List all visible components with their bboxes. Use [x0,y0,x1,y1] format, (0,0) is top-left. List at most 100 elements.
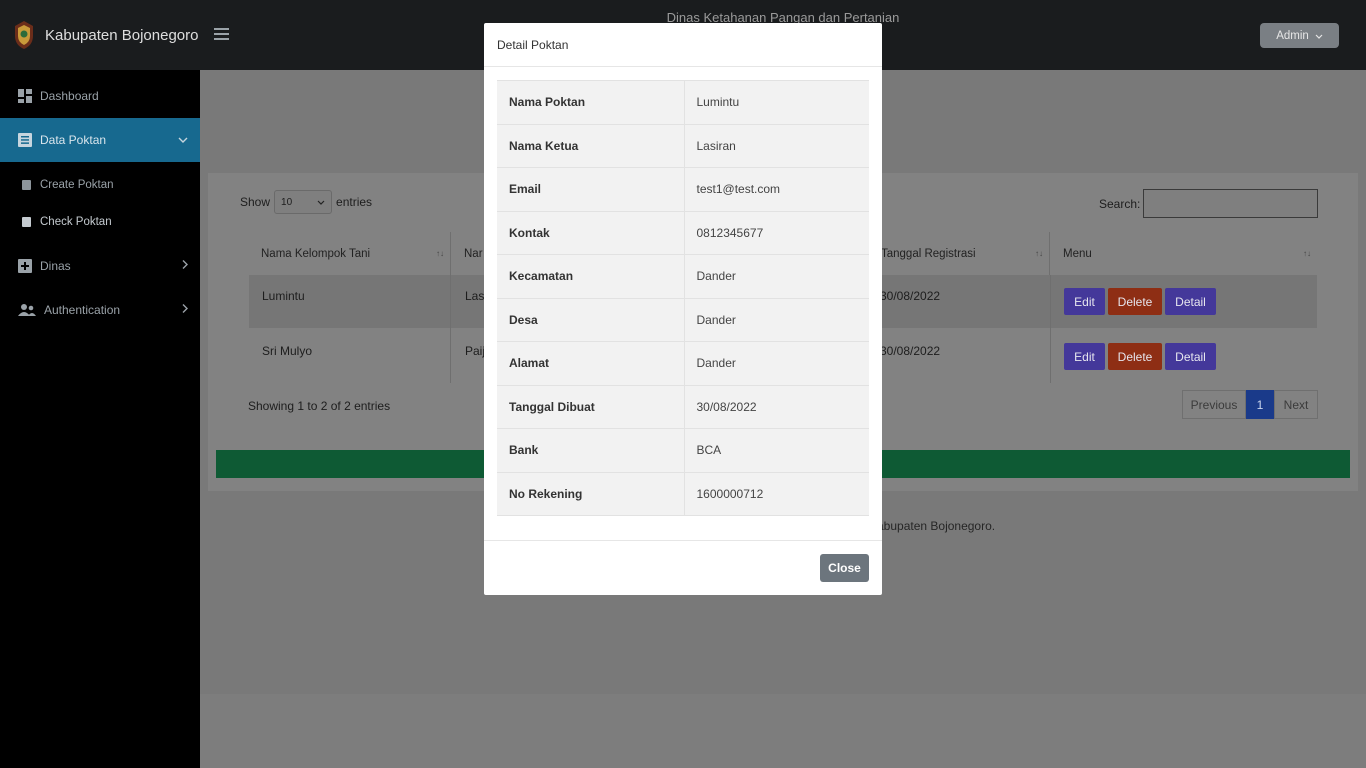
footer-text: abupaten Bojonegoro. [877,519,996,533]
cell-leader: Paij [465,344,486,358]
admin-label: Admin [1276,29,1309,42]
detail-row: Nama Poktan Lumintu [497,80,869,124]
list-icon [18,133,32,147]
column-header-label: Tanggal Registrasi [881,247,976,260]
detail-row: No Rekening 1600000712 [497,471,869,516]
sidebar-item-label: Data Poktan [40,133,107,147]
column-header-label: Menu [1063,247,1092,260]
entries-label: entries [336,195,373,209]
column-header-label: Nama Kelompok Tani [261,247,371,260]
sidebar: Kabupaten Bojonegoro Dashboard Data Pokt… [0,0,200,768]
detail-row: Desa Dander [497,297,869,342]
cell-name: Sri Mulyo [262,344,313,358]
sort-icon: ↑↓ [436,249,444,258]
sidebar-item-dinas[interactable]: Dinas [0,244,200,288]
chevron-right-icon [182,304,188,317]
cell-leader: Las [465,289,485,303]
detail-label: Kontak [497,210,685,255]
detail-value: Dander [684,254,869,298]
plus-square-icon [18,259,32,273]
sidebar-subitem-label: Check Poktan [40,215,112,228]
showing-info: Showing 1 to 2 of 2 entries [248,399,391,413]
sidebar-item-dashboard[interactable]: Dashboard [0,74,200,118]
detail-label: Kecamatan [497,254,685,298]
detail-label: No Rekening [497,471,685,516]
detail-button[interactable]: Detail [1165,343,1216,370]
chevron-down-icon [1315,30,1323,42]
detail-value: 0812345677 [684,210,869,255]
detail-value: Lasiran [684,123,869,168]
file-check-icon [22,216,31,227]
pagination-page[interactable]: 1 [1246,390,1274,419]
detail-value: Dander [684,297,869,342]
cell-date: 30/08/2022 [880,344,941,358]
brand-title: Kabupaten Bojonegoro [45,26,199,44]
detail-value: 30/08/2022 [684,384,869,429]
delete-button[interactable]: Delete [1108,288,1162,315]
bottom-area [200,694,1366,768]
detail-value: Dander [684,341,869,385]
edit-button[interactable]: Edit [1064,288,1105,315]
modal-header: Detail Poktan [484,23,882,67]
detail-table: Nama Poktan Lumintu Nama Ketua Lasiran Ema… [497,80,869,516]
sort-icon: ↑↓ [1035,249,1043,258]
detail-row: Nama Ketua Lasiran [497,123,869,168]
sidebar-item-label: Dinas [40,259,71,273]
detail-value: 1600000712 [684,471,869,516]
detail-label: Alamat [497,341,685,385]
sidebar-item-label: Authentication [44,303,121,317]
bojonegoro-logo-icon [12,20,36,50]
chevron-right-icon [182,260,188,273]
sidebar-subitem-label: Create Poktan [40,178,114,191]
column-header[interactable]: Nama Kelompok Tani ↑↓ [249,232,451,275]
detail-value: test1@test.com [684,167,869,211]
sidebar-item-label: Dashboard [40,89,99,103]
pagination-previous[interactable]: Previous [1182,390,1246,419]
column-header[interactable]: Menu ↑↓ [1051,232,1317,275]
modal-footer: Close [484,540,882,595]
sidebar-item-authentication[interactable]: Authentication [0,288,200,332]
detail-label: Email [497,167,685,211]
cell-name: Lumintu [262,289,305,303]
detail-label: Bank [497,428,685,472]
detail-row: Alamat Dander [497,341,869,385]
sidebar-item-data-poktan[interactable]: Data Poktan [0,118,200,162]
sidebar-subitem-check-poktan[interactable]: Check Poktan [0,203,200,240]
detail-button[interactable]: Detail [1165,288,1216,315]
detail-row: Bank BCA [497,428,869,472]
dashboard-icon [18,89,32,103]
detail-label: Nama Poktan [497,80,685,124]
detail-row: Kecamatan Dander [497,254,869,298]
sort-icon: ↑↓ [1303,249,1311,258]
pagination-next[interactable]: Next [1274,390,1318,419]
file-icon [22,179,31,190]
chevron-down-icon [178,134,188,146]
detail-label: Desa [497,297,685,342]
close-button[interactable]: Close [820,554,869,582]
search-label: Search: [1099,197,1141,211]
cell-date: 30/08/2022 [880,289,941,303]
users-icon [18,303,36,317]
column-header-label: Nar [464,247,483,260]
detail-label: Tanggal Dibuat [497,384,685,429]
detail-modal: Detail Poktan Nama Poktan Lumintu Nama Ke… [484,23,882,595]
modal-title: Detail Poktan [497,37,569,52]
column-header[interactable]: Tanggal Registrasi ↑↓ [869,232,1050,275]
column-header[interactable]: Nar [452,232,484,275]
page-length-select[interactable]: 10 [274,190,333,214]
detail-value: Lumintu [684,80,869,124]
edit-button[interactable]: Edit [1064,343,1105,370]
show-label: Show [240,195,271,209]
page-length-control: Show 10 entries [240,190,372,214]
detail-value: BCA [684,428,869,472]
brand[interactable]: Kabupaten Bojonegoro [0,0,200,70]
delete-button[interactable]: Delete [1108,343,1162,370]
search-input[interactable] [1143,189,1318,218]
detail-label: Nama Ketua [497,123,685,168]
detail-row: Kontak 0812345677 [497,210,869,255]
admin-dropdown-button[interactable]: Admin [1260,23,1339,48]
menu-toggle-icon[interactable] [214,28,229,43]
detail-row: Email test1@test.com [497,167,869,211]
sidebar-subitem-create-poktan[interactable]: Create Poktan [0,166,200,203]
page-length-value: 10 [281,196,293,208]
